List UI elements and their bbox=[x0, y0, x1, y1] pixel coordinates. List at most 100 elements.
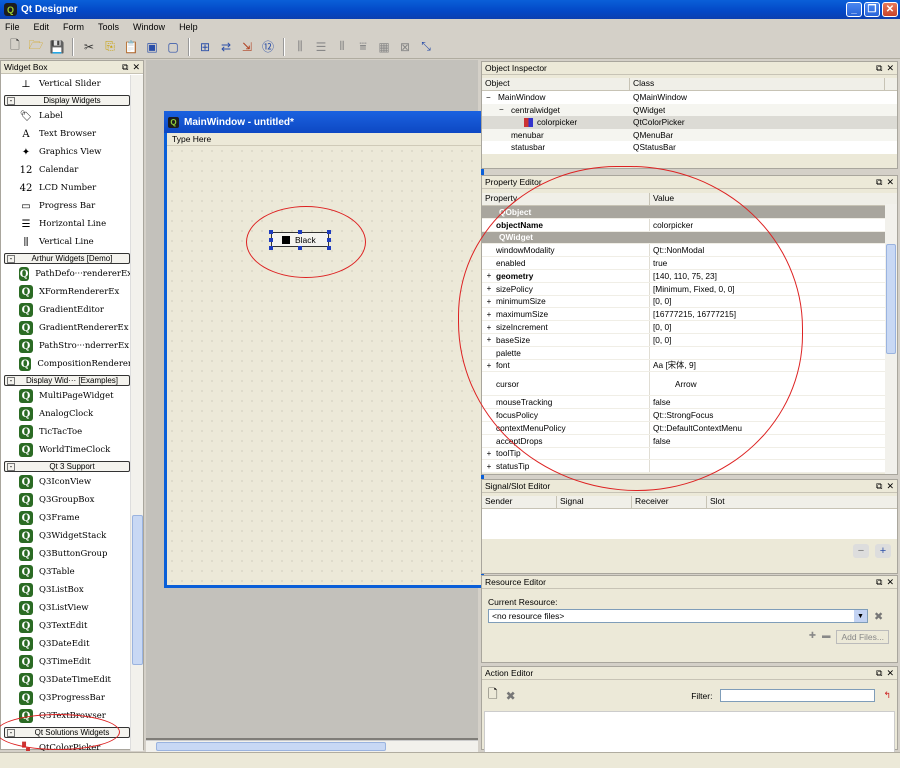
widget-category[interactable]: - Qt Solutions Widgets bbox=[4, 727, 130, 738]
copy-icon[interactable]: ⎘ bbox=[101, 38, 119, 56]
property-row[interactable]: mouseTracking false bbox=[482, 396, 885, 410]
form-menubar[interactable]: Type Here bbox=[167, 133, 481, 146]
property-value[interactable]: false bbox=[649, 434, 885, 447]
close-icon[interactable]: ✕ bbox=[886, 177, 894, 188]
property-row[interactable]: focusPolicy Qt::StrongFocus bbox=[482, 409, 885, 422]
maximize-button[interactable]: ❐ bbox=[864, 2, 880, 17]
object-tree-row[interactable]: − MainWindow QMainWindow bbox=[482, 91, 897, 104]
widget-item[interactable]: Q Q3ListBox bbox=[1, 581, 132, 599]
property-value[interactable]: [0, 0] bbox=[649, 333, 885, 346]
property-value[interactable]: Qt::NonModal bbox=[649, 244, 885, 257]
widget-item[interactable]: ▭ Progress Bar bbox=[1, 197, 132, 215]
break-layout-icon[interactable]: ⊠ bbox=[396, 38, 414, 56]
widget-item[interactable]: ☰ Horizontal Line bbox=[1, 215, 132, 233]
resize-handle[interactable] bbox=[269, 230, 273, 234]
property-value[interactable]: Qt::StrongFocus bbox=[649, 409, 885, 421]
property-value[interactable]: false bbox=[649, 396, 885, 409]
property-group[interactable]: QObject bbox=[482, 206, 885, 219]
add-icon[interactable]: + bbox=[875, 544, 891, 558]
layout-horizontal-icon[interactable]: ⫼ bbox=[291, 38, 309, 56]
widget-item[interactable]: ✦ Graphics View bbox=[1, 143, 132, 161]
widget-item[interactable]: Q AnalogClock bbox=[1, 405, 132, 423]
remove-resource-icon[interactable]: ▬ bbox=[822, 630, 831, 644]
close-button[interactable]: ✕ bbox=[882, 2, 898, 17]
lower-icon[interactable]: ▣ bbox=[143, 38, 161, 56]
widget-item[interactable]: Q MultiPageWidget bbox=[1, 387, 132, 405]
close-icon[interactable]: ✕ bbox=[886, 481, 894, 492]
edit-buddies-icon[interactable]: ⇲ bbox=[238, 38, 256, 56]
float-icon[interactable]: ⧉ bbox=[876, 577, 882, 588]
property-row[interactable]: windowModality Qt::NonModal bbox=[482, 244, 885, 258]
add-resource-icon[interactable]: ✚ bbox=[809, 630, 816, 644]
expand-icon[interactable]: + bbox=[482, 284, 496, 293]
close-icon[interactable]: ✕ bbox=[886, 668, 894, 679]
widget-category[interactable]: - Display Wid··· [Examples] bbox=[4, 375, 130, 386]
expand-icon[interactable]: + bbox=[482, 310, 496, 319]
close-icon[interactable]: ✕ bbox=[886, 577, 894, 588]
column-sender[interactable]: Sender bbox=[482, 496, 557, 508]
open-folder-icon[interactable]: 🗁 bbox=[27, 38, 45, 56]
resize-handle[interactable] bbox=[298, 230, 302, 234]
column-property[interactable]: Property bbox=[482, 193, 650, 205]
layout-v-splitter-icon[interactable]: ⩸ bbox=[354, 38, 372, 56]
expand-icon[interactable]: + bbox=[482, 361, 496, 370]
expand-icon[interactable]: + bbox=[482, 449, 496, 458]
property-row[interactable]: + minimumSize [0, 0] bbox=[482, 295, 885, 309]
widget-item[interactable]: Q Q3DateTimeEdit bbox=[1, 671, 132, 689]
object-tree-row[interactable]: statusbar QStatusBar bbox=[482, 141, 897, 154]
delete-action-icon[interactable]: ✖ bbox=[506, 689, 516, 703]
minimize-button[interactable]: _ bbox=[846, 2, 862, 17]
colorpicker-widget[interactable]: Black bbox=[271, 232, 329, 247]
raise-icon[interactable]: ▢ bbox=[164, 38, 182, 56]
expand-icon[interactable]: + bbox=[482, 323, 496, 332]
widget-item[interactable]: A Text Browser bbox=[1, 125, 132, 143]
layout-grid-icon[interactable]: ▦ bbox=[375, 38, 393, 56]
widget-item[interactable]: ▚ QtColorPicker bbox=[1, 739, 132, 752]
new-action-icon[interactable]: 🗋 bbox=[488, 685, 498, 706]
paste-icon[interactable]: 📋 bbox=[122, 38, 140, 56]
widget-item[interactable]: Q Q3ButtonGroup bbox=[1, 545, 132, 563]
column-slot[interactable]: Slot bbox=[707, 496, 897, 508]
widget-item[interactable]: Q PathStro···nderrerEx bbox=[1, 337, 132, 355]
property-row[interactable]: + maximumSize [16777215, 16777215] bbox=[482, 308, 885, 322]
layout-h-splitter-icon[interactable]: ⫴ bbox=[333, 38, 351, 56]
property-value[interactable]: Arrow bbox=[649, 372, 885, 396]
widget-item[interactable]: 🏷 Label bbox=[1, 107, 132, 125]
widget-item[interactable]: Q XFormRendererEx bbox=[1, 283, 132, 301]
property-value[interactable]: Aa [宋体, 9] bbox=[649, 359, 885, 372]
expand-icon[interactable]: + bbox=[482, 335, 496, 344]
adjust-size-icon[interactable]: ⤡ bbox=[417, 38, 435, 56]
float-icon[interactable]: ⧉ bbox=[876, 63, 882, 74]
edit-signals-slots-icon[interactable]: ⇄ bbox=[217, 38, 235, 56]
collapse-icon[interactable]: - bbox=[7, 96, 15, 105]
column-receiver[interactable]: Receiver bbox=[632, 496, 707, 508]
widget-item[interactable]: Q Q3ListView bbox=[1, 599, 132, 617]
widget-item[interactable]: Q Q3ProgressBar bbox=[1, 689, 132, 707]
resize-handle[interactable] bbox=[269, 238, 273, 242]
property-row[interactable]: palette bbox=[482, 346, 885, 360]
chevron-down-icon[interactable]: ▼ bbox=[854, 610, 867, 622]
widget-item[interactable]: Q Q3WidgetStack bbox=[1, 527, 132, 545]
scrollbar-thumb[interactable] bbox=[132, 515, 143, 665]
save-icon[interactable]: 💾 bbox=[48, 38, 66, 56]
expand-icon[interactable]: − bbox=[499, 105, 507, 114]
widget-item[interactable]: 42 LCD Number bbox=[1, 179, 132, 197]
layout-vertical-icon[interactable]: ☰ bbox=[312, 38, 330, 56]
menu-placeholder[interactable]: Type Here bbox=[172, 134, 211, 144]
menu-file[interactable]: File bbox=[4, 22, 21, 32]
scrollbar-thumb[interactable] bbox=[886, 244, 896, 354]
form-canvas[interactable] bbox=[167, 146, 481, 584]
object-tree-row[interactable]: menubar QMenuBar bbox=[482, 128, 897, 141]
expand-icon[interactable]: + bbox=[482, 271, 496, 280]
scrollbar-thumb[interactable] bbox=[156, 742, 386, 751]
widget-box-scrollbar[interactable] bbox=[130, 75, 143, 751]
property-row[interactable]: objectName colorpicker bbox=[482, 218, 885, 232]
expand-icon[interactable]: + bbox=[482, 297, 496, 306]
new-file-icon[interactable]: 🗋 bbox=[6, 38, 24, 56]
connections-list[interactable] bbox=[482, 509, 897, 539]
property-value[interactable]: [0, 0] bbox=[649, 295, 885, 308]
property-value[interactable] bbox=[649, 346, 885, 359]
menu-help[interactable]: Help bbox=[178, 22, 199, 32]
menu-window[interactable]: Window bbox=[132, 22, 166, 32]
widget-item[interactable]: Q Q3Frame bbox=[1, 509, 132, 527]
